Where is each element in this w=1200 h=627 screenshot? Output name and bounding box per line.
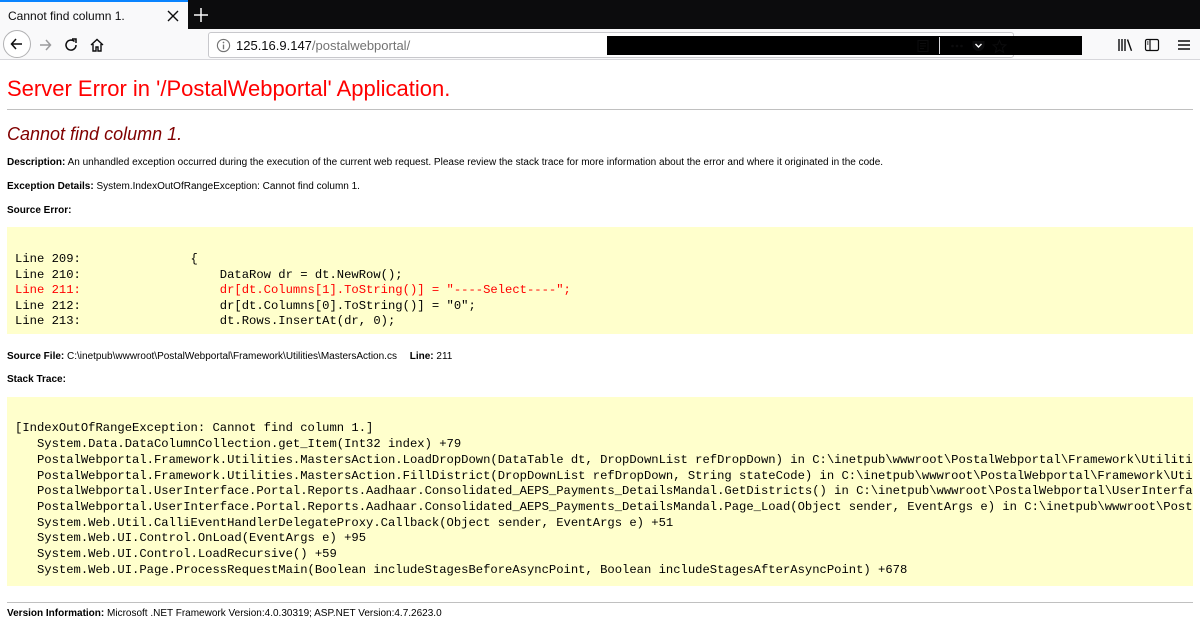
source-file: Source File: C:\inetpub\wwwroot\PostalWe… <box>7 351 452 362</box>
redaction-box <box>607 36 1082 55</box>
forward-arrow-icon <box>40 39 52 51</box>
forward-button[interactable] <box>31 31 59 59</box>
reload-icon <box>65 38 77 51</box>
source-line: Line 213: dt.Rows.InsertAt(dr, 0); <box>15 314 396 328</box>
stack-line: PostalWebportal.UserInterface.Portal.Rep… <box>15 500 1193 514</box>
exception-details: Exception Details: System.IndexOutOfRang… <box>7 181 360 192</box>
url-host: 125.16.9.147 <box>236 38 312 53</box>
footer-divider <box>7 602 1193 603</box>
exception-text: System.IndexOutOfRangeException: Cannot … <box>96 181 360 192</box>
line-label: Line: <box>409 351 434 362</box>
active-tab[interactable]: Cannot find column 1. <box>0 0 188 29</box>
source-line: Line 209: { <box>15 252 198 266</box>
home-icon <box>90 38 104 52</box>
stack-trace-label: Stack Trace: <box>7 374 66 385</box>
stack-line: System.Data.DataColumnCollection.get_Ite… <box>15 437 462 451</box>
description-text: An unhandled exception occurred during t… <box>67 157 884 168</box>
tab-title: Cannot find column 1. <box>8 9 125 23</box>
source-error-heading: Source Error: <box>7 205 71 216</box>
url-path: /postalwebportal/ <box>311 38 411 53</box>
source-code-box: Line 209: { Line 210: DataRow dr = dt.Ne… <box>7 227 1193 334</box>
page-content: Server Error in '/PostalWebportal' Appli… <box>0 61 1200 627</box>
reload-button[interactable] <box>57 31 85 59</box>
stack-line: PostalWebportal.UserInterface.Portal.Rep… <box>15 484 1193 498</box>
pocket-button[interactable] <box>968 36 988 56</box>
stack-line: System.Web.Util.CalliEventHandlerDelegat… <box>15 516 674 530</box>
source-line: Line 210: DataRow dr = dt.NewRow(); <box>15 268 403 282</box>
stack-trace-heading: Stack Trace: <box>7 374 66 385</box>
url-text[interactable]: 125.16.9.147/postalwebportal/ <box>236 38 410 53</box>
back-button[interactable] <box>3 30 31 58</box>
stack-line: [IndexOutOfRangeException: Cannot find c… <box>15 421 374 435</box>
stack-trace-box: [IndexOutOfRangeException: Cannot find c… <box>7 397 1193 586</box>
source-file-path: C:\inetpub\wwwroot\PostalWebportal\Frame… <box>67 351 397 362</box>
more-dots-icon <box>951 44 963 48</box>
url-separator <box>939 37 940 54</box>
page-actions-button[interactable] <box>947 36 967 56</box>
star-icon <box>991 38 1007 53</box>
version-text: Microsoft .NET Framework Version:4.0.303… <box>107 608 442 619</box>
error-title: Cannot find column 1. <box>7 124 183 144</box>
stack-line: System.Web.UI.Page.ProcessRequestMain(Bo… <box>15 563 908 577</box>
page-title: Server Error in '/PostalWebportal' Appli… <box>7 76 451 101</box>
description-label: Description: <box>7 157 66 168</box>
home-button[interactable] <box>83 31 111 59</box>
tab-strip: Cannot find column 1. <box>0 0 1200 29</box>
source-line-highlighted: Line 211: dr[dt.Columns[1].ToString()] =… <box>15 283 571 297</box>
menu-button[interactable] <box>1172 33 1196 57</box>
info-icon[interactable] <box>216 38 231 53</box>
url-bar[interactable]: 125.16.9.147/postalwebportal/ <box>208 32 1082 58</box>
back-arrow-icon <box>10 38 22 50</box>
navigation-toolbar: 125.16.9.147/postalwebportal/ <box>0 29 1200 60</box>
reader-view-icon <box>917 39 929 53</box>
description: Description: An unhandled exception occu… <box>7 157 883 168</box>
source-error-label: Source Error: <box>7 205 72 216</box>
close-tab-icon[interactable] <box>164 7 182 25</box>
new-tab-icon[interactable] <box>190 4 212 26</box>
source-file-label: Source File: <box>7 351 65 362</box>
source-line: Line 212: dr[dt.Columns[0].ToString()] =… <box>15 299 476 313</box>
version-label: Version Information: <box>7 608 105 619</box>
sidebar-icon <box>1144 38 1160 52</box>
line-value: 211 <box>436 351 453 362</box>
stack-line: PostalWebportal.Framework.Utilities.Mast… <box>15 469 1193 483</box>
stack-line: System.Web.UI.Control.OnLoad(EventArgs e… <box>15 531 367 545</box>
exception-label: Exception Details: <box>7 181 94 192</box>
stack-line: PostalWebportal.Framework.Utilities.Mast… <box>15 453 1193 467</box>
stack-line: System.Web.UI.Control.LoadRecursive() +5… <box>15 547 337 561</box>
library-button[interactable] <box>1114 33 1138 57</box>
reader-view-button[interactable] <box>913 36 933 56</box>
hamburger-menu-icon <box>1178 40 1190 50</box>
library-icon <box>1118 39 1133 52</box>
title-divider <box>7 109 1193 110</box>
version-information: Version Information: Microsoft .NET Fram… <box>7 608 442 619</box>
sidebar-button[interactable] <box>1140 33 1164 57</box>
pocket-icon <box>972 41 984 51</box>
bookmark-button[interactable] <box>989 36 1009 56</box>
